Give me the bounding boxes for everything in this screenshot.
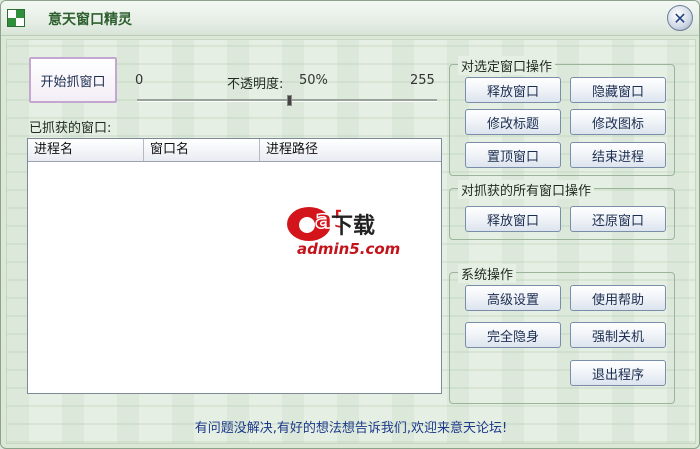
release-window-button[interactable]: 释放窗口 [465, 77, 561, 103]
force-shutdown-button[interactable]: 强制关机 [570, 322, 666, 348]
edit-icon-button[interactable]: 修改图标 [570, 109, 666, 135]
opacity-label: 不透明度: [227, 77, 284, 92]
opacity-slider-thumb[interactable] [287, 95, 292, 106]
all-windows-ops-title: 对抓获的所有窗口操作 [458, 180, 595, 199]
opacity-value: 50% [299, 73, 328, 88]
column-header-process-path[interactable]: 进程路径 [260, 139, 441, 161]
release-all-button[interactable]: 释放窗口 [465, 206, 561, 232]
selected-window-ops-title: 对选定窗口操作 [458, 56, 556, 75]
hide-window-button[interactable]: 隐藏窗口 [570, 77, 666, 103]
end-process-button[interactable]: 结束进程 [570, 142, 666, 168]
app-window: 意天窗口精灵 ✕ 开始抓窗口 0 不透明度: 50% 255 已抓获的窗口: 进… [0, 0, 700, 449]
edit-title-button[interactable]: 修改标题 [465, 109, 561, 135]
pin-top-button[interactable]: 置顶窗口 [465, 142, 561, 168]
stealth-mode-button[interactable]: 完全隐身 [465, 322, 561, 348]
footer-forum-link[interactable]: 有问题没解决,有好的想法想告诉我们,欢迎来意天论坛! [7, 417, 695, 436]
watermark-text: 下载 [331, 214, 376, 239]
advanced-settings-button[interactable]: 高级设置 [465, 285, 561, 311]
column-header-window-name[interactable]: 窗口名 [144, 139, 260, 161]
start-grab-button[interactable]: 开始抓窗口 [29, 57, 117, 103]
window-title: 意天窗口精灵 [48, 12, 132, 28]
app-logo-icon [7, 9, 25, 27]
captured-windows-label: 已抓获的窗口: [29, 121, 112, 136]
column-header-process-name[interactable]: 进程名 [28, 139, 144, 161]
download-site-watermark: a5 下载 admin5.com [285, 198, 435, 258]
list-header: 进程名 窗口名 进程路径 [28, 139, 441, 162]
exit-program-button[interactable]: 退出程序 [570, 360, 666, 386]
captured-windows-list[interactable]: 进程名 窗口名 进程路径 [27, 138, 442, 394]
restore-all-button[interactable]: 还原窗口 [570, 206, 666, 232]
help-button[interactable]: 使用帮助 [570, 285, 666, 311]
opacity-min-value: 0 [135, 73, 144, 88]
opacity-max-value: 255 [410, 73, 435, 88]
system-ops-title: 系统操作 [458, 264, 517, 283]
watermark-url: admin5.com [297, 240, 401, 258]
main-panel: 开始抓窗口 0 不透明度: 50% 255 已抓获的窗口: 进程名 窗口名 进程… [6, 39, 696, 444]
title-bar: 意天窗口精灵 ✕ [1, 1, 699, 36]
close-button[interactable]: ✕ [667, 5, 693, 31]
